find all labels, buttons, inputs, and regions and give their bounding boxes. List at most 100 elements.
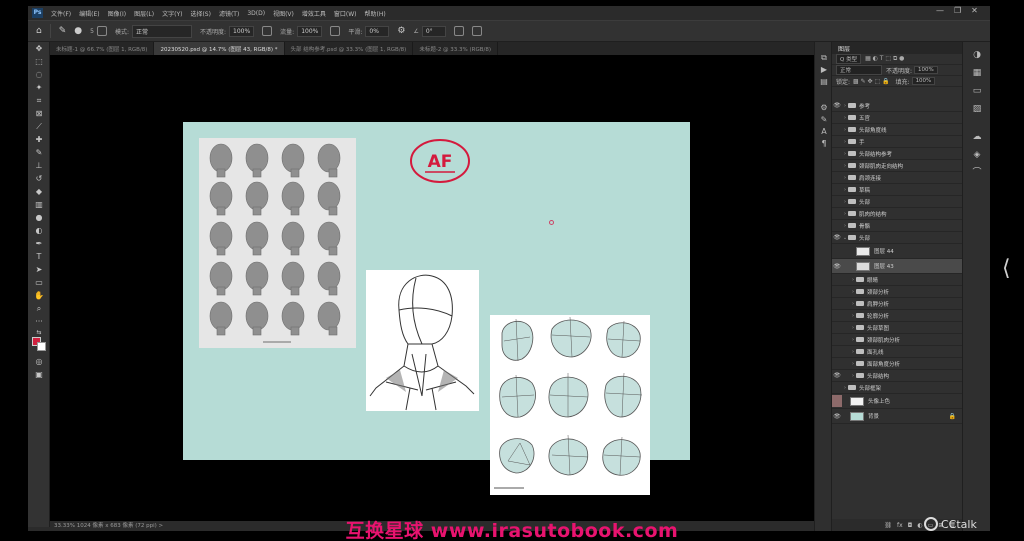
- color-panel-icon[interactable]: ◑: [963, 46, 990, 64]
- history-panel-icon[interactable]: ⧉: [815, 52, 833, 64]
- history-brush-tool-icon[interactable]: ↺: [28, 172, 50, 185]
- angle-field[interactable]: 0°: [421, 25, 446, 37]
- swatches-panel-icon[interactable]: ▦: [963, 64, 990, 82]
- more-tools-icon[interactable]: ···: [28, 315, 50, 328]
- restore-button[interactable]: ❐: [954, 6, 961, 15]
- libraries-panel-icon[interactable]: ☁: [963, 128, 990, 146]
- layer-row[interactable]: › 头部草图: [832, 322, 962, 334]
- reset-colors-icon[interactable]: ⇆: [28, 328, 50, 337]
- menu-image[interactable]: 图像(I): [108, 9, 126, 18]
- quick-mask-icon[interactable]: ◎: [28, 355, 50, 368]
- shape-tool-icon[interactable]: ▭: [28, 276, 50, 289]
- layer-row[interactable]: 👁 › 头部结构: [832, 370, 962, 382]
- filter-icons[interactable]: ▦ ◐ T ⬚ ⧉ ●: [865, 55, 904, 63]
- hand-tool-icon[interactable]: ✋: [28, 289, 50, 302]
- tab-document-1[interactable]: 未标题-1 @ 66.7% (图层 1, RGB/8): [50, 42, 155, 55]
- clone-stamp-tool-icon[interactable]: ⊥: [28, 159, 50, 172]
- magic-wand-tool-icon[interactable]: ✦: [28, 81, 50, 94]
- layer-row[interactable]: › 骨骼: [832, 220, 962, 232]
- layer-row[interactable]: › 面孔线: [832, 346, 962, 358]
- smoothing-field[interactable]: 0%: [365, 25, 390, 37]
- patterns-panel-icon[interactable]: ▨: [963, 100, 990, 118]
- layer-opacity-field[interactable]: 100%: [914, 66, 938, 74]
- menu-edit[interactable]: 编辑(E): [79, 9, 99, 18]
- visibility-eye-icon[interactable]: 👁: [832, 102, 842, 109]
- properties-panel-icon[interactable]: ▤: [815, 76, 833, 88]
- layer-row[interactable]: › 颈部肌肉分析: [832, 334, 962, 346]
- pressure-opacity-icon[interactable]: [262, 26, 273, 36]
- layer-row[interactable]: › 肩胛分析: [832, 298, 962, 310]
- layer-row[interactable]: 👁 › 参考: [832, 100, 962, 112]
- actions-panel-icon[interactable]: ▶: [815, 64, 833, 76]
- blur-tool-icon[interactable]: ●: [28, 211, 50, 224]
- layers-panel-tab[interactable]: 图层: [832, 42, 962, 54]
- screen-mode-icon[interactable]: ▣: [28, 368, 50, 381]
- menu-layer[interactable]: 图层(L): [134, 9, 154, 18]
- artboard[interactable]: AF: [183, 122, 690, 495]
- layer-row[interactable]: › 颈部肌肉走向结构: [832, 160, 962, 172]
- chevron-right-icon[interactable]: ⟨: [1002, 256, 1011, 281]
- home-icon[interactable]: ⌂: [36, 26, 42, 36]
- layer-row[interactable]: › 颈部分析: [832, 286, 962, 298]
- brushes-panel-icon[interactable]: ✎: [815, 114, 833, 126]
- layer-row[interactable]: › 头部: [832, 196, 962, 208]
- menu-view[interactable]: 视图(V): [273, 9, 294, 18]
- lock-icons[interactable]: ▩ ✎ ✥ ⬚ 🔒: [853, 78, 890, 85]
- layer-kind-filter[interactable]: Q 类型: [836, 54, 862, 64]
- brush-settings-icon[interactable]: [96, 26, 107, 36]
- visibility-eye-icon[interactable]: 👁: [832, 263, 842, 270]
- layer-row[interactable]: › 肩颈连接: [832, 172, 962, 184]
- eraser-tool-icon[interactable]: ◆: [28, 185, 50, 198]
- layer-row[interactable]: › 轮廓分析: [832, 310, 962, 322]
- visibility-eye-icon[interactable]: 👁: [832, 413, 842, 420]
- paths-panel-icon[interactable]: ⌒: [963, 164, 990, 182]
- layer-row[interactable]: › 面部角度分析: [832, 358, 962, 370]
- menu-plugins[interactable]: 增效工具: [302, 9, 326, 18]
- zoom-tool-icon[interactable]: ⌕: [28, 302, 50, 315]
- visibility-toggle[interactable]: [832, 395, 842, 407]
- lasso-tool-icon[interactable]: ◌: [28, 68, 50, 81]
- move-tool-icon[interactable]: ✥: [28, 42, 50, 55]
- layer-row[interactable]: › 肌肉的结构: [832, 208, 962, 220]
- crop-tool-icon[interactable]: ⌗: [28, 94, 50, 107]
- pen-tool-icon[interactable]: ✒: [28, 237, 50, 250]
- marquee-tool-icon[interactable]: ⬚: [28, 55, 50, 68]
- gradient-tool-icon[interactable]: ▥: [28, 198, 50, 211]
- character-panel-icon[interactable]: A: [815, 126, 833, 138]
- channels-panel-icon[interactable]: ◈: [963, 146, 990, 164]
- layer-row[interactable]: › 头部框架: [832, 382, 962, 394]
- menu-type[interactable]: 文字(Y): [162, 9, 182, 18]
- layer-row[interactable]: › 眼睛: [832, 274, 962, 286]
- frame-tool-icon[interactable]: ⊠: [28, 107, 50, 120]
- layer-row[interactable]: 头像上色: [832, 394, 962, 409]
- visibility-eye-icon[interactable]: 👁: [832, 372, 842, 379]
- menu-filter[interactable]: 滤镜(T): [219, 9, 239, 18]
- layer-row[interactable]: › 五官: [832, 112, 962, 124]
- layer-row[interactable]: 👁 背景 🔒: [832, 409, 962, 424]
- opacity-field[interactable]: 100%: [229, 25, 255, 37]
- menu-select[interactable]: 选择(S): [190, 9, 211, 18]
- dodge-tool-icon[interactable]: ◐: [28, 224, 50, 237]
- layer-row[interactable]: › 头部角度线: [832, 124, 962, 136]
- eyedropper-tool-icon[interactable]: ⟋: [28, 120, 50, 133]
- tab-document-active[interactable]: 20230520.psd @ 14.7% (图层 43, RGB/8) *: [154, 42, 285, 55]
- menu-file[interactable]: 文件(F): [51, 9, 71, 18]
- menu-window[interactable]: 窗口(W): [334, 9, 357, 18]
- airbrush-icon[interactable]: [330, 26, 341, 36]
- layer-row-selected[interactable]: 👁 图层 43: [832, 259, 962, 274]
- brush-tool-icon[interactable]: ✎: [28, 146, 50, 159]
- paragraph-panel-icon[interactable]: ¶: [815, 138, 833, 150]
- layer-row[interactable]: › 手: [832, 136, 962, 148]
- flow-field[interactable]: 100%: [297, 25, 323, 37]
- gradients-panel-icon[interactable]: ▭: [963, 82, 990, 100]
- path-selection-tool-icon[interactable]: ➤: [28, 263, 50, 276]
- smoothing-options-gear-icon[interactable]: ⚙: [397, 26, 405, 36]
- layer-row[interactable]: › 草稿: [832, 184, 962, 196]
- mode-select[interactable]: 正常: [131, 24, 192, 38]
- symmetry-icon[interactable]: [471, 26, 482, 36]
- fill-field[interactable]: 100%: [911, 77, 936, 85]
- brush-tool-icon[interactable]: ✎: [59, 26, 67, 36]
- blend-mode-select[interactable]: 正常: [836, 65, 882, 75]
- visibility-eye-icon[interactable]: 👁: [832, 234, 842, 241]
- type-tool-icon[interactable]: T: [28, 250, 50, 263]
